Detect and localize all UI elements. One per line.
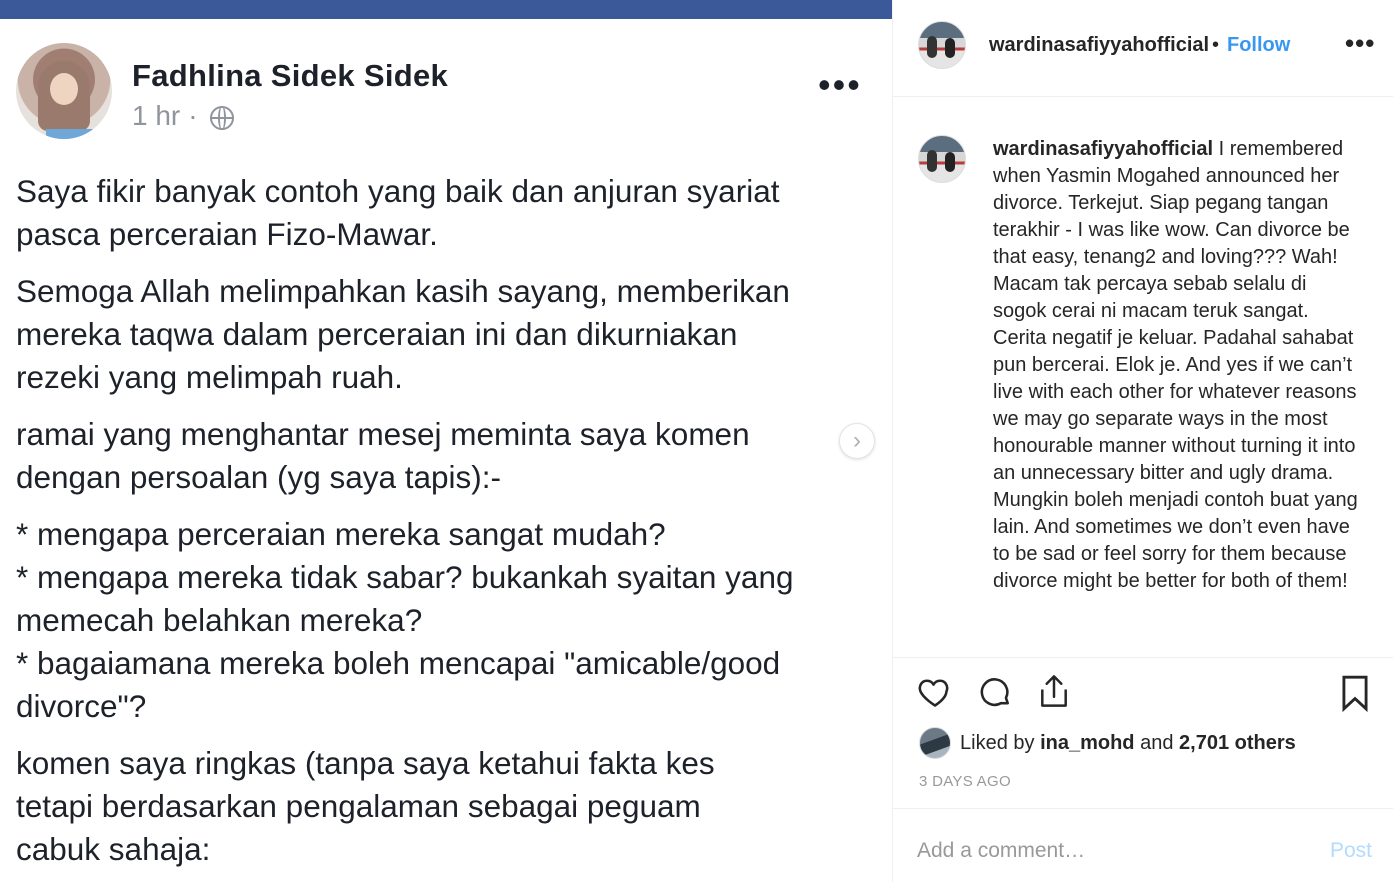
bookmark-icon[interactable] (1339, 674, 1371, 712)
author-name: Fadhlina Sidek Sidek (132, 58, 449, 93)
chevron-right-icon[interactable]: › (839, 423, 875, 459)
caption-text: I remembered when Yasmin Mogahed announc… (993, 138, 1358, 592)
post-paragraph: Semoga Allah melimpahkan kasih sayang, m… (16, 273, 790, 395)
post-body: Saya fikir banyak contoh yang baik dan a… (16, 170, 882, 882)
comment-input[interactable] (917, 839, 1297, 863)
liker-avatar[interactable] (919, 727, 951, 759)
caption: wardinasafiyyahofficial I remembered whe… (993, 136, 1363, 595)
post-comment-button[interactable]: Post (1330, 839, 1372, 863)
likes-middle: and (1140, 731, 1174, 754)
author-avatar (16, 43, 112, 139)
comment-icon[interactable] (977, 674, 1013, 710)
profile-avatar[interactable] (918, 21, 966, 69)
share-icon[interactable] (1036, 672, 1072, 710)
likes-count[interactable]: 2,701 others (1179, 732, 1296, 755)
post-paragraph: Saya fikir banyak contoh yang baik dan a… (16, 173, 780, 252)
caption-avatar[interactable] (918, 135, 966, 183)
post-time: 1 hr (132, 100, 181, 131)
more-options-icon[interactable]: ••• (1345, 28, 1375, 59)
more-options-icon: ••• (818, 64, 862, 105)
likes-summary: Liked by ina_mohd and 2,701 others (919, 727, 1296, 759)
likes-prefix: Liked by (960, 731, 1035, 754)
post-paragraph: * mengapa perceraian mereka sangat mudah… (16, 516, 794, 724)
heart-icon[interactable] (917, 674, 953, 710)
facebook-post-image: Fadhlina Sidek Sidek 1 hr · ••• Saya fik… (0, 0, 892, 882)
comment-bar: Post (893, 808, 1393, 882)
caption-username[interactable]: wardinasafiyyahofficial (993, 138, 1213, 160)
instagram-panel: wardinasafiyyahofficial • Follow ••• war… (892, 0, 1393, 882)
liker-username[interactable]: ina_mohd (1040, 732, 1134, 755)
facebook-top-bar (0, 0, 892, 19)
globe-icon (209, 106, 234, 130)
profile-username[interactable]: wardinasafiyyahofficial (989, 34, 1209, 57)
caption-section: wardinasafiyyahofficial I remembered whe… (893, 97, 1393, 658)
follow-button[interactable]: Follow (1227, 34, 1290, 57)
post-timestamp[interactable]: 3 DAYS AGO (919, 773, 1011, 790)
post-paragraph: ramai yang menghantar mesej meminta saya… (16, 416, 750, 495)
post-meta: 1 hr · (132, 100, 234, 132)
meta-separator: · (188, 100, 198, 131)
header-separator: • (1212, 34, 1220, 56)
post-paragraph: komen saya ringkas (tanpa saya ketahui f… (16, 745, 715, 867)
instagram-header: wardinasafiyyahofficial • Follow ••• (893, 0, 1393, 97)
